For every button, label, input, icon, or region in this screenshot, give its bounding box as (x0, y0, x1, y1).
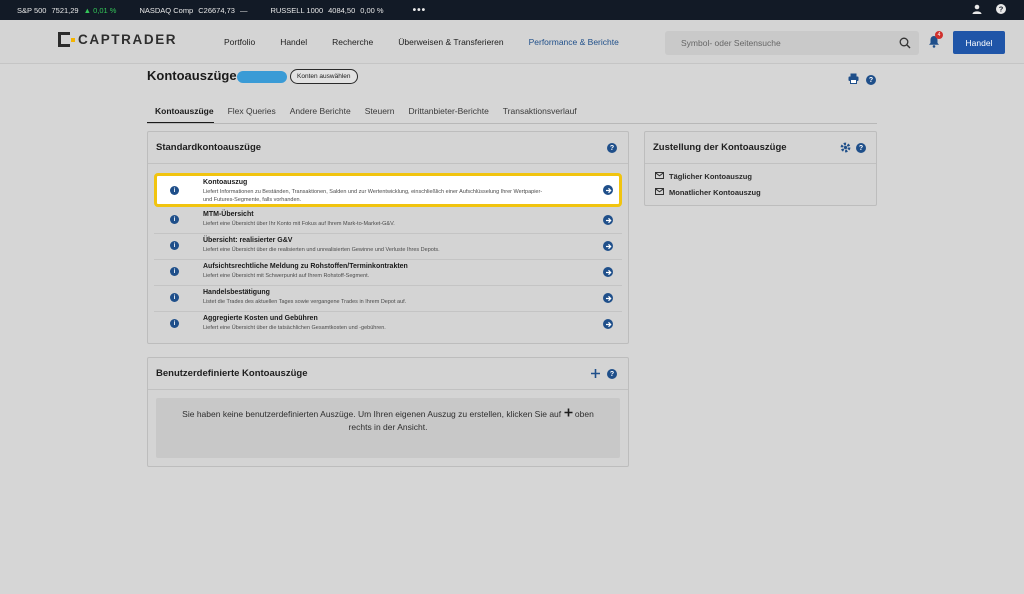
arrow-right-icon[interactable] (603, 215, 613, 225)
info-icon: i (170, 319, 179, 328)
help-icon[interactable]: ? (996, 4, 1006, 16)
info-icon: i (170, 267, 179, 276)
ticker-item-nasdaq[interactable]: NASDAQ Comp C26674,73 — (139, 6, 252, 15)
nav-ueberweisen[interactable]: Überweisen & Transferieren (398, 37, 503, 47)
captrader-logo[interactable]: CAPTRADER (58, 32, 177, 47)
ticker-name: S&P 500 (17, 5, 47, 15)
svg-text:?: ? (999, 5, 1004, 14)
empty-state-message: Sie haben keine benutzerdefinierten Ausz… (156, 398, 620, 458)
help-icon[interactable]: ? (607, 369, 617, 379)
ticker-change: ▲ 0,01 % (83, 5, 117, 15)
card-header: Standardkontoauszüge ? (148, 132, 628, 164)
ticker-value: 4084,50 (328, 5, 356, 15)
envelope-icon (655, 188, 664, 197)
row-title: Übersicht: realisierter G&V (203, 237, 293, 244)
page-help-icon[interactable]: ? (866, 75, 876, 85)
arrow-right-icon[interactable] (603, 185, 613, 195)
ticker-name: NASDAQ Comp (139, 5, 194, 15)
inline-plus-icon (564, 408, 573, 419)
statement-row-kontoauszug[interactable]: i Kontoauszug Liefert Informationen zu B… (154, 173, 622, 207)
ticker-item-russell[interactable]: RUSSELL 1000 4084,50 0,00 % (270, 6, 388, 15)
statement-row-handelsbestaetigung[interactable]: i Handelsbestätigung Listet die Trades d… (154, 286, 622, 312)
account-id-pill[interactable] (237, 71, 287, 83)
ticker-more-button[interactable]: ••• (413, 5, 427, 16)
row-description: Liefert eine Übersicht über die tatsächl… (203, 325, 386, 331)
info-icon: i (170, 186, 179, 195)
statement-delivery-card: Zustellung der Kontoauszüge ? Täglicher … (644, 131, 877, 206)
page-title: Kontoauszüge (147, 68, 237, 83)
row-title: Kontoauszug (203, 179, 248, 186)
statement-row-realisierter-gv[interactable]: i Übersicht: realisierter G&V Liefert ei… (154, 234, 622, 260)
row-description: Liefert eine Übersicht über die realisie… (203, 247, 440, 253)
row-description: Listet die Trades des aktuellen Tages so… (203, 299, 407, 305)
delivery-item-monthly[interactable]: Monatlicher Kontoauszug (655, 188, 761, 197)
info-icon: i (170, 241, 179, 250)
nav-portfolio[interactable]: Portfolio (224, 37, 255, 47)
ticker-change: — (239, 5, 248, 15)
print-icon[interactable] (848, 71, 859, 89)
arrow-right-icon[interactable] (603, 293, 613, 303)
search-icon[interactable] (899, 37, 911, 51)
card-header: Zustellung der Kontoauszüge ? (645, 132, 876, 164)
custom-statements-card: Benutzerdefinierte Kontoauszüge ? Sie ha… (147, 357, 629, 467)
select-accounts-button[interactable]: Konten auswählen (290, 69, 358, 84)
row-description: Liefert eine Übersicht über Ihr Konto mi… (203, 221, 395, 227)
tab-flex-queries[interactable]: Flex Queries (228, 103, 276, 124)
symbol-search-input[interactable]: Symbol- oder Seitensuche (665, 31, 919, 55)
delivery-label: Monatlicher Kontoauszug (669, 188, 761, 197)
row-title: MTM-Übersicht (203, 211, 254, 218)
logo-text: CAPTRADER (78, 32, 178, 47)
card-title: Zustellung der Kontoauszüge (653, 142, 787, 153)
statement-row-rohstoffe[interactable]: i Aufsichtsrechtliche Meldung zu Rohstof… (154, 260, 622, 286)
notifications-bell-icon[interactable]: 4 (928, 31, 943, 53)
nav-recherche[interactable]: Recherche (332, 37, 373, 47)
ticker-value: 7521,29 (51, 5, 79, 15)
card-title: Standardkontoauszüge (156, 142, 262, 153)
arrow-right-icon[interactable] (603, 319, 613, 329)
help-icon[interactable]: ? (607, 143, 617, 153)
row-description: Liefert Informationen zu Beständen, Tran… (203, 189, 543, 203)
ticker-change: 0,00 % (360, 5, 384, 15)
nav-handel[interactable]: Handel (280, 37, 307, 47)
row-description: Liefert eine Übersicht mit Schwerpunkt a… (203, 273, 370, 279)
empty-text-before: Sie haben keine benutzerdefinierten Ausz… (182, 409, 562, 419)
tab-andere-berichte[interactable]: Andere Berichte (290, 103, 351, 124)
row-title: Handelsbestätigung (203, 289, 270, 296)
main-header: CAPTRADER Portfolio Handel Recherche Übe… (0, 20, 1024, 64)
tab-steuern[interactable]: Steuern (365, 103, 395, 124)
info-icon: i (170, 293, 179, 302)
delivery-item-daily[interactable]: Täglicher Kontoauszug (655, 172, 752, 181)
nav-performance-berichte[interactable]: Performance & Berichte (529, 37, 619, 47)
tab-kontoauszuege[interactable]: Kontoauszüge (147, 103, 214, 124)
search-placeholder: Symbol- oder Seitensuche (681, 38, 781, 48)
trade-button[interactable]: Handel (953, 31, 1005, 54)
notification-badge: 4 (935, 31, 943, 39)
card-title: Benutzerdefinierte Kontoauszüge (156, 368, 308, 379)
main-nav: Portfolio Handel Recherche Überweisen & … (224, 20, 644, 64)
ticker-item-sp500[interactable]: S&P 500 7521,29 ▲ 0,01 % (17, 6, 121, 15)
statement-row-kosten-gebuehren[interactable]: i Aggregierte Kosten und Gebühren Liefer… (154, 312, 622, 338)
user-icon[interactable] (972, 4, 982, 16)
tabs-divider (147, 123, 877, 124)
delivery-label: Täglicher Kontoauszug (669, 172, 752, 181)
report-tabs: Kontoauszüge Flex Queries Andere Bericht… (147, 103, 627, 124)
statement-row-mtm[interactable]: i MTM-Übersicht Liefert eine Übersicht ü… (154, 208, 622, 234)
tab-drittanbieter-berichte[interactable]: Drittanbieter-Berichte (408, 103, 488, 124)
settings-gear-icon[interactable] (840, 142, 851, 156)
standard-statements-card: Standardkontoauszüge ? i Kontoauszug Lie… (147, 131, 629, 344)
row-title: Aufsichtsrechtliche Meldung zu Rohstoffe… (203, 263, 408, 270)
card-header: Benutzerdefinierte Kontoauszüge ? (148, 358, 628, 390)
ticker-value: C26674,73 (198, 5, 235, 15)
envelope-icon (655, 172, 664, 181)
row-title: Aggregierte Kosten und Gebühren (203, 315, 318, 322)
tab-transaktionsverlauf[interactable]: Transaktionsverlauf (503, 103, 577, 124)
logo-mark-icon (58, 32, 75, 47)
arrow-right-icon[interactable] (603, 267, 613, 277)
help-icon[interactable]: ? (856, 143, 866, 153)
ticker-name: RUSSELL 1000 (270, 5, 324, 15)
add-plus-icon[interactable] (590, 368, 601, 382)
market-ticker: S&P 500 7521,29 ▲ 0,01 % NASDAQ Comp C26… (0, 0, 1024, 20)
info-icon: i (170, 215, 179, 224)
arrow-right-icon[interactable] (603, 241, 613, 251)
